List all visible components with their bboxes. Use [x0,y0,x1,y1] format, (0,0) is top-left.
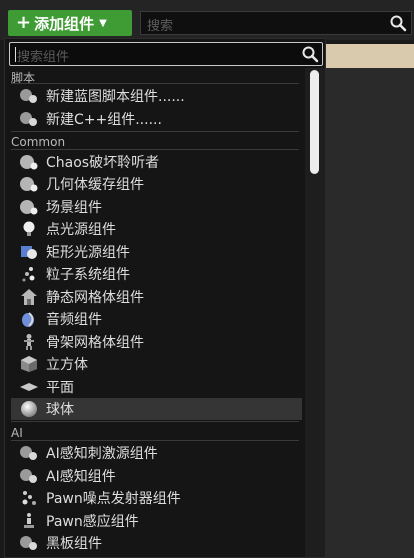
component-list-item[interactable]: 球体 [11,398,302,420]
scrollbar-thumb[interactable] [310,70,319,174]
scene-component-icon [18,197,40,217]
add-component-label: 添加组件 [34,14,95,33]
blackboard-icon [18,533,40,553]
geometry-cache-icon [18,174,40,194]
cube-icon [18,354,40,374]
component-list-item-label: 黑板组件 [46,536,102,552]
chevron-down-icon: ▼ [99,17,107,29]
component-list-item[interactable]: 新建C++组件...... [11,108,302,130]
blueprint-script-icon [18,86,40,106]
toolbar-search-placeholder: 搜索 [147,19,174,34]
component-list-item[interactable]: 音频组件 [11,308,302,330]
component-list-item-label: 球体 [46,402,74,418]
text-cursor [15,47,16,62]
component-list-item[interactable]: 黑板组件 [11,532,302,554]
component-list-item[interactable]: 矩形光源组件 [11,241,302,263]
component-list-item-label: 几何体缓存组件 [46,177,144,193]
add-component-dropdown: 搜索组件 脚本 新建蓝图脚本组件...... 新建C++组件...... Common… [4,38,326,558]
pawn-sensing-icon [18,511,40,531]
search-icon[interactable] [389,14,407,36]
plus-icon: + [16,12,32,33]
add-component-button[interactable]: + 添加组件 ▼ [8,10,132,36]
details-panel-background [326,68,414,558]
component-list-item[interactable]: 新建蓝图脚本组件...... [11,85,302,107]
component-list-item-label: 点光源组件 [46,222,116,238]
component-list-item[interactable]: 立方体 [11,353,302,375]
component-list-item[interactable]: 点光源组件 [11,218,302,240]
component-list-item[interactable]: 静态网格体组件 [11,286,302,308]
component-list-item[interactable]: Chaos破坏聆听者 [11,151,302,173]
component-list-item-label: 新建蓝图脚本组件...... [46,89,185,105]
toolbar-search-input[interactable]: 搜索 [140,11,412,35]
component-list-item-label: AI感知组件 [46,469,116,485]
static-mesh-icon [18,287,40,307]
component-list-item-label: 平面 [46,380,74,396]
details-header-strip [326,44,414,68]
component-list-item[interactable]: AI感知刺激源组件 [11,442,302,464]
component-list-item[interactable]: 几何体缓存组件 [11,173,302,195]
plane-icon [18,377,40,397]
component-list-item[interactable]: AI感知组件 [11,465,302,487]
category-divider [11,421,299,422]
component-list-item[interactable]: 骨架网格体组件 [11,331,302,353]
component-list-item-label: 骨架网格体组件 [46,335,144,351]
component-list-item-label: 场景组件 [46,200,102,216]
search-icon[interactable] [301,45,319,67]
rect-light-icon [18,242,40,262]
audio-icon [18,309,40,329]
component-list-item-label: 静态网格体组件 [46,290,144,306]
component-list-item-label: AI感知刺激源组件 [46,446,158,462]
category-divider [11,440,299,441]
component-list-item-label: Chaos破坏聆听者 [46,155,160,171]
component-list-item[interactable]: 粒子系统组件 [11,263,302,285]
component-search-input[interactable]: 搜索组件 [9,42,323,66]
sphere-icon [18,399,40,419]
pawn-noise-emitter-icon [18,488,40,508]
component-list-item-label: 矩形光源组件 [46,245,130,261]
point-light-icon [18,219,40,239]
component-list-item[interactable]: Pawn感应组件 [11,510,302,532]
category-divider [11,149,299,150]
component-list-item-label: 粒子系统组件 [46,267,130,283]
particle-system-icon [18,264,40,284]
component-list-item-label: 新建C++组件...... [46,112,162,128]
component-list-item[interactable]: 平面 [11,376,302,398]
ai-stimuli-source-icon [18,443,40,463]
component-search-placeholder: 搜索组件 [17,50,70,65]
component-list-item-label: 立方体 [46,357,88,373]
component-list-item-label: Pawn感应组件 [46,514,139,530]
component-list-item[interactable]: Pawn噪点发射器组件 [11,487,302,509]
chaos-listener-icon [18,152,40,172]
component-list-item-label: Pawn噪点发射器组件 [46,491,181,507]
component-list-item-label: 音频组件 [46,312,102,328]
ai-perception-icon [18,466,40,486]
skeletal-mesh-icon [18,332,40,352]
category-divider [11,131,299,132]
category-divider [11,83,299,84]
cpp-component-icon [18,109,40,129]
component-list-item[interactable]: 场景组件 [11,196,302,218]
